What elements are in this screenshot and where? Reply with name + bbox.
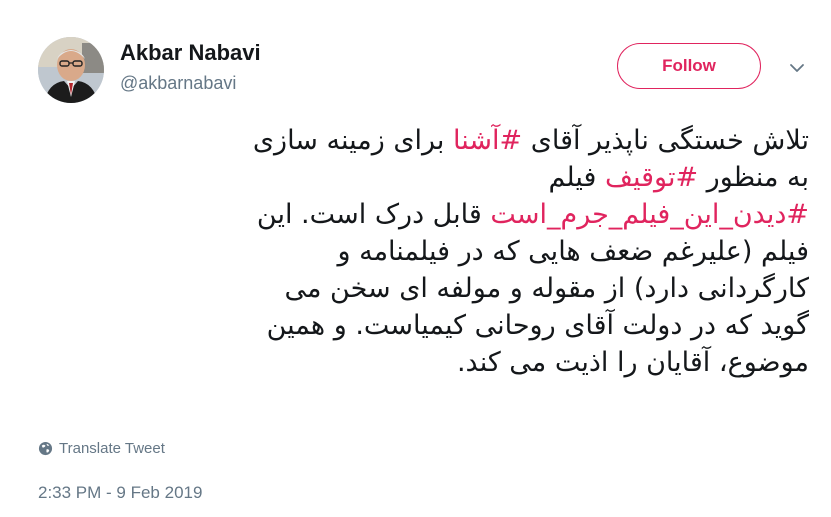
tweet-text: تلاش خستگی ناپذیر آقای #آشنا برای زمینه … — [30, 122, 809, 381]
tweet-text-segment: کارگردانی دارد) از مقوله و مولفه ای سخن … — [284, 273, 809, 304]
tweet-text-segment: گوید که در دولت آقای روحانی کیمیاست. و ه… — [266, 310, 809, 341]
chevron-down-icon[interactable] — [789, 62, 805, 74]
translate-tweet-label: Translate Tweet — [59, 440, 165, 457]
author-handle[interactable]: @akbarnabavi — [120, 73, 236, 94]
tweet-line: به منظور #توقیف فیلم — [30, 159, 809, 196]
tweet-line: فیلم (علیرغم ضعف هایی که در فیلمنامه و — [30, 233, 810, 270]
tweet-line: موضوع، آقایان را اذیت می کند. — [30, 344, 809, 381]
author-name[interactable]: Akbar Nabavi — [120, 40, 261, 66]
tweet-text-segment: قابل درک است. این — [256, 199, 491, 230]
tweet-line: تلاش خستگی ناپذیر آقای #آشنا برای زمینه … — [30, 122, 809, 159]
tweet-text-segment: فیلم (علیرغم ضعف هایی که در فیلمنامه و — [337, 236, 810, 267]
avatar[interactable] — [38, 37, 104, 103]
avatar-photo — [38, 37, 104, 103]
globe-icon — [38, 441, 53, 456]
tweet-text-segment: به منظور — [698, 162, 809, 193]
tweet-line: #دیدن_این_فیلم_جرم_است قابل درک است. این — [30, 196, 809, 233]
tweet-text-segment: موضوع، آقایان را اذیت می کند. — [456, 347, 809, 378]
tweet-text-segment: فیلم — [548, 162, 605, 193]
tweet-timestamp[interactable]: 2:33 PM - 9 Feb 2019 — [38, 483, 202, 503]
translate-tweet-link[interactable]: Translate Tweet — [38, 440, 165, 457]
tweet-line: گوید که در دولت آقای روحانی کیمیاست. و ه… — [30, 307, 809, 344]
tweet-text-segment: تلاش خستگی ناپذیر آقای — [522, 125, 809, 156]
tweet-text-segment: برای زمینه سازی — [252, 125, 453, 156]
hashtag-link[interactable]: #توقیف — [605, 162, 698, 193]
hashtag-link[interactable]: #دیدن_این_فیلم_جرم_است — [490, 199, 809, 230]
hashtag-link[interactable]: #آشنا — [453, 125, 522, 156]
follow-button[interactable]: Follow — [617, 43, 761, 89]
tweet-line: کارگردانی دارد) از مقوله و مولفه ای سخن … — [30, 270, 809, 307]
